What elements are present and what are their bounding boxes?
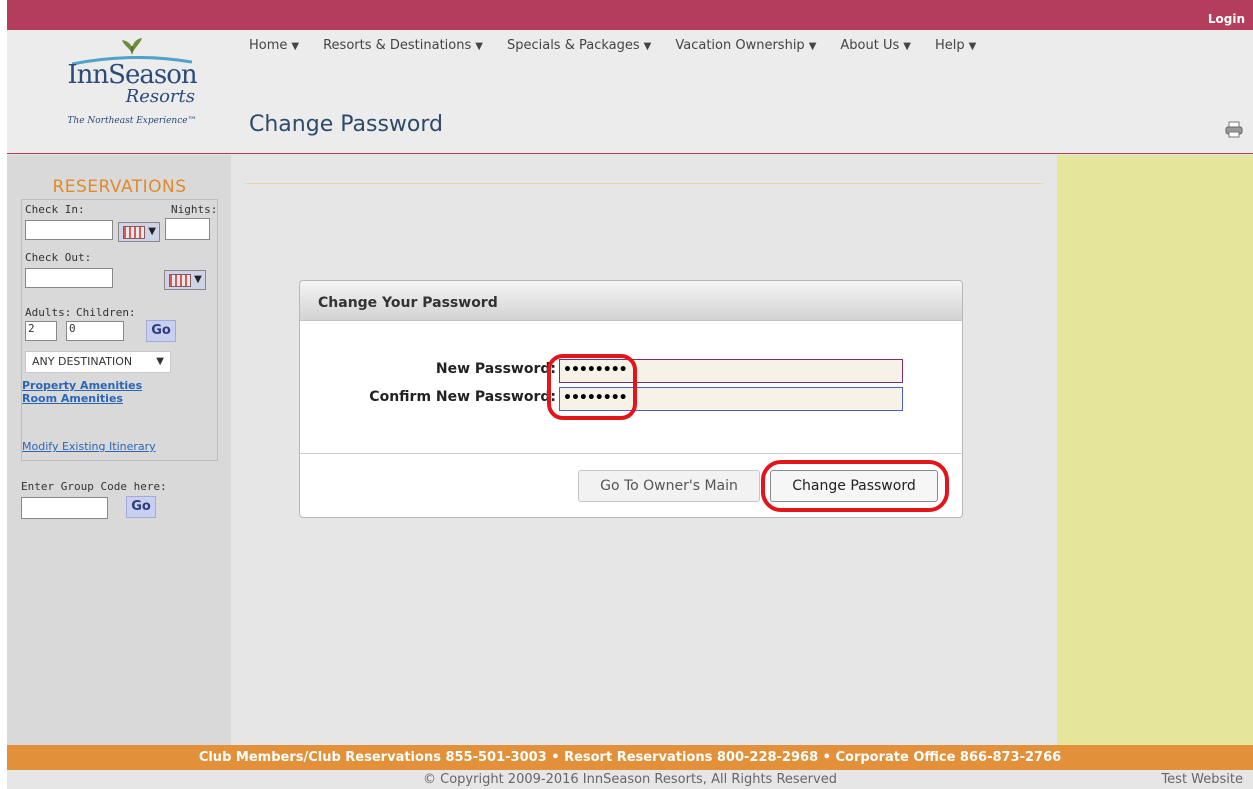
chevron-down-icon: ▼	[903, 41, 911, 52]
logo-name: InnSeason	[67, 60, 197, 90]
logo[interactable]: InnSeason Resorts The Northeast Experien…	[57, 36, 207, 146]
change-password-panel: Change Your Password New Password: •••••…	[299, 280, 963, 518]
header: InnSeason Resorts The Northeast Experien…	[7, 30, 1253, 154]
property-amenities-link[interactable]: Property Amenities	[22, 379, 142, 392]
new-password-label: New Password:	[435, 361, 556, 377]
nav-label: Specials & Packages	[506, 38, 640, 53]
check-out-label: Check Out:	[25, 251, 92, 264]
reservations-title: RESERVATIONS	[52, 177, 187, 197]
group-code-input[interactable]	[21, 497, 108, 519]
confirm-password-label: Confirm New Password:	[369, 389, 556, 405]
go-to-owners-main-button[interactable]: Go To Owner's Main	[578, 470, 760, 502]
children-label: Children:	[76, 306, 136, 319]
group-code-label: Enter Group Code here:	[21, 480, 167, 493]
new-password-input[interactable]: ••••••••	[559, 359, 903, 383]
chevron-down-icon: ▼	[291, 41, 300, 52]
panel-heading: Change Your Password	[300, 281, 962, 321]
nav-label: Home	[249, 38, 288, 53]
confirm-password-row: Confirm New Password: ••••••••	[300, 387, 960, 411]
logo-subtitle: Resorts	[125, 86, 195, 107]
confirm-password-input[interactable]: ••••••••	[559, 387, 903, 411]
page: Login InnSeason Resorts The Northeast Ex…	[7, 0, 1253, 789]
check-in-calendar-button[interactable]: ▼	[118, 222, 160, 242]
nav-about-us[interactable]: About Us ▼	[840, 38, 911, 53]
chevron-down-icon: ▼	[194, 274, 202, 285]
chevron-down-icon: ▼	[643, 41, 652, 52]
divider	[245, 183, 1043, 184]
nav-help[interactable]: Help ▼	[935, 38, 976, 53]
main-content: Change Your Password New Password: •••••…	[231, 155, 1057, 745]
nav-vacation-ownership[interactable]: Vacation Ownership ▼	[675, 38, 816, 53]
change-password-button[interactable]: Change Password	[770, 470, 938, 502]
nights-input[interactable]	[165, 218, 210, 240]
room-amenities-link[interactable]: Room Amenities	[22, 392, 123, 405]
nights-label: Nights:	[171, 203, 218, 216]
test-website-label: Test Website	[1161, 772, 1243, 787]
chevron-down-icon: ▼	[156, 356, 164, 367]
destination-value: ANY DESTINATION	[32, 355, 133, 368]
nav-label: Resorts & Destinations	[323, 38, 472, 53]
chevron-down-icon: ▼	[968, 41, 977, 52]
reservations-form: Check In: Nights: ▼ Check Out: ▼ Adults:…	[21, 199, 218, 461]
modify-itinerary-link[interactable]: Modify Existing Itinerary	[22, 440, 156, 453]
logo-tagline: The Northeast Experience™	[67, 116, 197, 126]
leaf-icon	[122, 38, 142, 54]
group-go-button[interactable]: Go	[126, 496, 156, 518]
children-input[interactable]: 0	[66, 321, 124, 341]
login-link[interactable]: Login	[1208, 12, 1245, 26]
right-panel	[1057, 155, 1253, 745]
copyright-text: © Copyright 2009-2016 InnSeason Resorts,…	[423, 772, 837, 787]
divider	[300, 453, 962, 454]
check-out-input[interactable]	[25, 268, 113, 288]
check-in-input[interactable]	[25, 220, 113, 240]
nav-label: Vacation Ownership	[675, 38, 805, 53]
sidebar: RESERVATIONS Check In: Nights: ▼ Check O…	[7, 155, 231, 745]
main-nav: Home ▼ Resorts & Destinations ▼ Specials &…	[249, 38, 1000, 53]
adults-label: Adults:	[25, 306, 72, 319]
calendar-icon	[168, 274, 191, 287]
nav-specials-packages[interactable]: Specials & Packages ▼	[507, 38, 651, 53]
check-out-calendar-button[interactable]: ▼	[163, 270, 206, 290]
adults-input[interactable]: 2	[25, 321, 57, 341]
reservations-box: RESERVATIONS Check In: Nights: ▼ Check O…	[21, 177, 218, 519]
chevron-down-icon: ▼	[148, 226, 156, 237]
calendar-icon	[123, 226, 145, 239]
top-bar: Login	[7, 0, 1253, 30]
chevron-down-icon: ▼	[808, 41, 817, 52]
nav-label: Help	[934, 38, 965, 53]
chevron-down-icon: ▼	[475, 41, 483, 52]
go-button[interactable]: Go	[146, 320, 176, 342]
page-title: Change Password	[249, 112, 443, 137]
check-in-label: Check In:	[25, 203, 85, 216]
nav-label: About Us	[840, 38, 900, 53]
printer-icon[interactable]	[1225, 120, 1243, 138]
new-password-row: New Password: ••••••••	[300, 359, 960, 383]
nav-home[interactable]: Home ▼	[249, 38, 299, 53]
destination-select[interactable]: ANY DESTINATION ▼	[25, 351, 171, 373]
nav-resorts-destinations[interactable]: Resorts & Destinations ▼	[323, 38, 483, 53]
footer: © Copyright 2009-2016 InnSeason Resorts,…	[7, 770, 1253, 789]
footer-contacts: Club Members/Club Reservations 855-501-3…	[7, 745, 1253, 770]
